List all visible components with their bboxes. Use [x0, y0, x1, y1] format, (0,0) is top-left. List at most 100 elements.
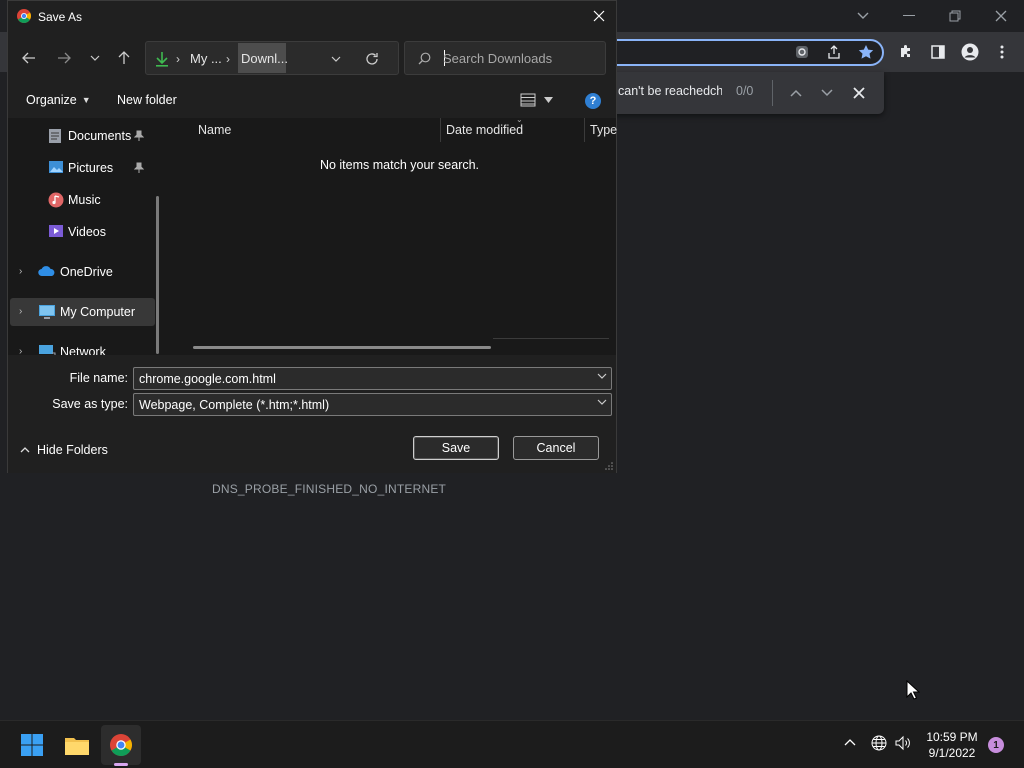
address-row: › My ... › Downl...: [8, 32, 616, 84]
save-type-select[interactable]: Webpage, Complete (*.htm;*.html): [133, 393, 612, 416]
save-as-dialog: Save As › My ... › Downl... Search Downl…: [7, 0, 617, 473]
view-options-button[interactable]: [520, 93, 553, 107]
find-divider: [772, 80, 773, 106]
dialog-close-icon[interactable]: [584, 2, 614, 30]
expand-chevron-icon[interactable]: ›: [19, 346, 22, 355]
file-explorer-button[interactable]: [57, 725, 97, 765]
extensions-icon[interactable]: [892, 38, 920, 66]
breadcrumb-chevron-icon: ›: [226, 52, 230, 66]
scroll-track: [493, 338, 609, 339]
view-caret-icon: [544, 97, 553, 103]
new-folder-button[interactable]: New folder: [117, 93, 177, 107]
column-header-name[interactable]: Name: [198, 123, 231, 137]
nav-label: Documents: [68, 129, 132, 143]
expand-chevron-icon[interactable]: ›: [19, 306, 22, 317]
notification-badge[interactable]: 1: [988, 737, 1004, 753]
taskbar: 10:59 PM 9/1/2022 1: [0, 720, 1024, 768]
nav-item-onedrive[interactable]: › OneDrive: [10, 258, 155, 286]
nav-label: Music: [68, 193, 101, 207]
recent-locations-chevron-icon[interactable]: [81, 44, 109, 72]
nav-item-pictures[interactable]: Pictures: [10, 154, 155, 182]
active-app-indicator: [114, 763, 128, 766]
column-divider[interactable]: [440, 118, 441, 142]
profile-icon[interactable]: [956, 38, 984, 66]
refresh-icon[interactable]: [360, 48, 384, 70]
download-arrow-icon: [155, 51, 169, 67]
column-header-type[interactable]: Type: [590, 123, 617, 137]
resize-grip-icon[interactable]: [604, 461, 613, 470]
share-icon[interactable]: [820, 38, 848, 66]
music-icon: [48, 192, 64, 208]
search-box[interactable]: [404, 41, 606, 75]
network-icon: [38, 344, 56, 355]
pin-icon[interactable]: [134, 162, 144, 173]
organize-button[interactable]: Organize ▼: [26, 93, 91, 107]
horizontal-scrollbar[interactable]: [193, 346, 491, 349]
chrome-taskbar-button[interactable]: [101, 725, 141, 765]
file-name-value[interactable]: chrome.google.com.html: [139, 372, 276, 386]
dialog-title-bar[interactable]: Save As: [8, 1, 616, 32]
pin-icon[interactable]: [134, 130, 144, 141]
save-options-panel: File name: chrome.google.com.html Save a…: [8, 355, 616, 473]
find-previous-icon[interactable]: [783, 80, 809, 106]
nav-item-my-computer[interactable]: › My Computer: [10, 298, 155, 326]
up-arrow-icon[interactable]: [110, 44, 138, 72]
breadcrumb-downloads[interactable]: Downl...: [238, 43, 288, 73]
search-icon: [418, 52, 431, 65]
computer-monitor-icon: [38, 304, 56, 320]
chevron-up-icon: [20, 447, 30, 453]
chrome-menu-icon[interactable]: [988, 38, 1016, 66]
help-icon[interactable]: ?: [585, 93, 601, 109]
new-folder-label: New folder: [117, 93, 177, 107]
save-type-dropdown-icon[interactable]: [597, 399, 607, 405]
save-type-label: Save as type:: [52, 397, 128, 411]
nav-item-videos[interactable]: Videos: [10, 218, 155, 246]
command-bar: Organize ▼ New folder ?: [8, 84, 616, 118]
back-arrow-icon[interactable]: [15, 44, 43, 72]
forward-arrow-icon[interactable]: [50, 44, 78, 72]
organize-label: Organize: [26, 93, 77, 107]
file-list: Name ⌄ Date modified Type No items match…: [173, 115, 617, 355]
find-next-icon[interactable]: [814, 80, 840, 106]
find-close-icon[interactable]: [846, 80, 872, 106]
column-divider[interactable]: [584, 118, 585, 142]
nav-item-documents[interactable]: Documents: [10, 122, 155, 150]
column-header-date-modified[interactable]: Date modified: [446, 123, 523, 137]
cancel-button[interactable]: Cancel: [513, 436, 599, 460]
taskbar-clock[interactable]: 10:59 PM 9/1/2022: [920, 729, 984, 761]
side-panel-icon[interactable]: [924, 38, 952, 66]
nav-label: Pictures: [68, 161, 114, 175]
expand-chevron-icon[interactable]: ›: [19, 266, 22, 277]
details-view-icon: [520, 93, 536, 107]
start-button[interactable]: [12, 725, 52, 765]
volume-icon[interactable]: [895, 735, 912, 751]
save-button[interactable]: Save: [413, 436, 499, 460]
save-type-value: Webpage, Complete (*.htm;*.html): [139, 398, 330, 412]
find-bar: can't be reachedchı 0/0: [600, 72, 884, 114]
minimize-icon[interactable]: [886, 4, 932, 28]
restore-icon[interactable]: [932, 4, 978, 28]
tray-overflow-chevron-icon[interactable]: [844, 738, 856, 746]
file-name-dropdown-icon[interactable]: [597, 373, 607, 379]
error-code: DNS_PROBE_FINISHED_NO_INTERNET: [212, 482, 447, 496]
hide-folders-button[interactable]: Hide Folders: [20, 443, 108, 457]
lens-icon[interactable]: [788, 38, 816, 66]
nav-item-network[interactable]: › Network: [10, 338, 155, 355]
tab-search-chevron-icon[interactable]: [840, 4, 886, 28]
hide-folders-label: Hide Folders: [37, 443, 108, 457]
nav-scrollbar[interactable]: [156, 196, 159, 354]
address-dropdown-icon[interactable]: [326, 49, 346, 69]
window-close-icon[interactable]: [978, 4, 1024, 28]
nav-label: OneDrive: [60, 265, 113, 279]
find-input[interactable]: can't be reachedchı: [618, 84, 722, 98]
search-input[interactable]: [443, 48, 598, 68]
bookmark-star-icon[interactable]: [852, 38, 880, 66]
chrome-logo-icon: [17, 9, 31, 23]
file-name-field[interactable]: chrome.google.com.html: [133, 367, 612, 390]
nav-item-music[interactable]: Music: [10, 186, 155, 214]
organize-caret-icon: ▼: [81, 95, 91, 105]
nav-label: My Computer: [60, 305, 136, 319]
address-bar[interactable]: › My ... › Downl...: [145, 41, 399, 75]
breadcrumb-my-computer[interactable]: My ...: [190, 51, 222, 66]
globe-network-icon[interactable]: [871, 735, 887, 751]
